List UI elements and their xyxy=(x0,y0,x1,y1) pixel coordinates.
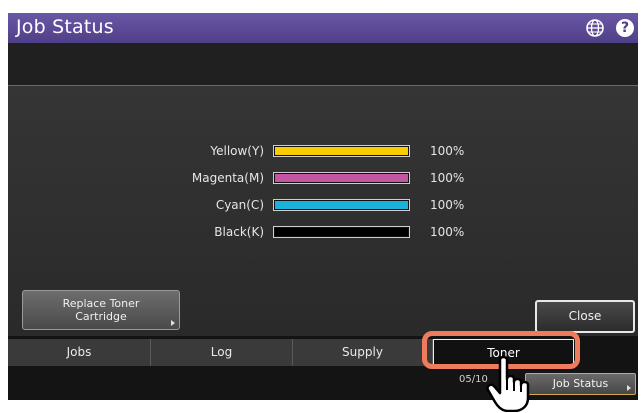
tab-supply[interactable]: Supply xyxy=(293,339,433,366)
page-title: Job Status xyxy=(16,16,114,38)
status-bar: 05/10 Job Status xyxy=(8,366,638,400)
toner-label: Cyan(C) xyxy=(215,198,264,212)
toner-row-black: Black(K) 100% xyxy=(8,223,638,243)
toner-label: Magenta(M) xyxy=(191,171,264,185)
toner-percent: 100% xyxy=(430,198,465,212)
button-label-line2: Cartridge xyxy=(75,310,127,323)
toner-level-fill xyxy=(275,147,408,155)
toner-row-yellow: Yellow(Y) 100% xyxy=(8,142,638,162)
arrow-right-icon xyxy=(627,385,631,391)
toner-row-cyan: Cyan(C) 100% xyxy=(8,196,638,216)
globe-icon[interactable] xyxy=(586,19,604,37)
toner-percent: 100% xyxy=(430,225,465,239)
hand-pointer-icon xyxy=(486,355,530,412)
tab-jobs[interactable]: Jobs xyxy=(8,339,151,366)
arrow-right-icon xyxy=(171,320,175,326)
toner-level-bar xyxy=(273,145,410,157)
toner-label: Yellow(Y) xyxy=(210,144,264,158)
toner-level-bar xyxy=(273,172,410,184)
toner-level-fill xyxy=(275,228,408,236)
close-button[interactable]: Close xyxy=(535,300,635,333)
toner-level-bar xyxy=(273,199,410,211)
toner-label: Black(K) xyxy=(214,225,264,239)
toner-row-magenta: Magenta(M) 100% xyxy=(8,169,638,189)
toner-level-bar xyxy=(273,226,410,238)
message-bar xyxy=(8,43,638,85)
title-bar: Job Status ? xyxy=(8,13,638,43)
tab-log[interactable]: Log xyxy=(151,339,293,366)
help-icon[interactable]: ? xyxy=(616,19,634,37)
toner-percent: 100% xyxy=(430,144,465,158)
toner-level-fill xyxy=(275,201,408,209)
job-status-label: Job Status xyxy=(552,377,609,390)
replace-toner-cartridge-button[interactable]: Replace Toner Cartridge xyxy=(22,290,180,330)
button-label-line1: Replace Toner xyxy=(62,297,140,310)
toner-level-fill xyxy=(275,174,408,182)
toner-percent: 100% xyxy=(430,171,465,185)
